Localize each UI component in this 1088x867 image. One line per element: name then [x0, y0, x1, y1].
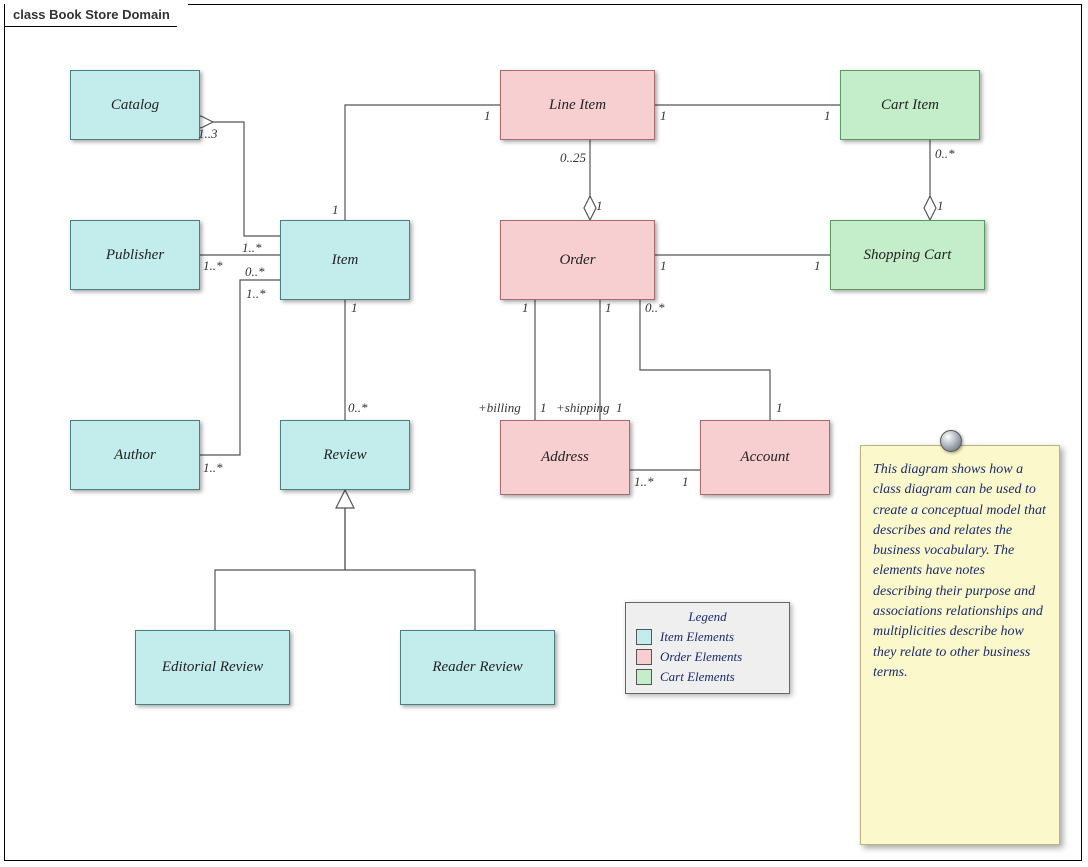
- mult-label: 1..*: [634, 474, 654, 490]
- class-label: Publisher: [102, 245, 168, 266]
- mult-label: 1: [660, 258, 667, 274]
- mult-label: 1: [682, 474, 689, 490]
- mult-label: 0..25: [560, 150, 586, 166]
- mult-label: 0..*: [348, 400, 368, 416]
- mult-label: 0..*: [935, 146, 955, 162]
- mult-label: 1: [616, 400, 623, 416]
- class-review[interactable]: Review: [280, 420, 410, 490]
- role-label: +shipping: [556, 400, 610, 416]
- class-address[interactable]: Address: [500, 420, 630, 495]
- legend-row: Order Elements: [636, 649, 779, 665]
- class-editorial-review[interactable]: Editorial Review: [135, 630, 290, 705]
- mult-label: 1: [596, 198, 603, 214]
- class-label: Cart Item: [877, 95, 943, 116]
- mult-label: 1..3: [198, 126, 218, 142]
- legend-label: Cart Elements: [660, 669, 735, 685]
- mult-label: 1..*: [203, 258, 223, 274]
- class-label: Item: [328, 250, 363, 271]
- legend-label: Order Elements: [660, 649, 742, 665]
- class-line-item[interactable]: Line Item: [500, 70, 655, 140]
- mult-label: 1: [522, 300, 529, 316]
- mult-label: 1: [776, 400, 783, 416]
- class-cart-item[interactable]: Cart Item: [840, 70, 980, 140]
- class-account[interactable]: Account: [700, 420, 830, 495]
- class-label: Review: [319, 445, 370, 466]
- legend-title: Legend: [636, 609, 779, 625]
- mult-label: 1: [824, 108, 831, 124]
- mult-label: 1..*: [242, 240, 262, 256]
- legend-panel: Legend Item Elements Order Elements Cart…: [625, 602, 790, 694]
- mult-label: 1: [814, 258, 821, 274]
- class-catalog[interactable]: Catalog: [70, 70, 200, 140]
- class-label: Order: [555, 250, 599, 271]
- mult-label: 1: [660, 108, 667, 124]
- diagram-title-tab: class Book Store Domain: [4, 4, 189, 27]
- class-label: Account: [736, 447, 793, 468]
- class-label: Reader Review: [428, 657, 526, 678]
- mult-label: 0..*: [245, 264, 265, 280]
- class-label: Catalog: [107, 95, 163, 116]
- class-label: Shopping Cart: [860, 245, 956, 266]
- class-label: Author: [110, 445, 160, 466]
- class-reader-review[interactable]: Reader Review: [400, 630, 555, 705]
- note-text: This diagram shows how a class diagram c…: [873, 462, 1046, 680]
- mult-label: 0..*: [645, 300, 665, 316]
- class-author[interactable]: Author: [70, 420, 200, 490]
- legend-label: Item Elements: [660, 629, 734, 645]
- class-order[interactable]: Order: [500, 220, 655, 300]
- mult-label: 1: [540, 400, 547, 416]
- mult-label: 1: [351, 300, 358, 316]
- class-label: Line Item: [545, 95, 610, 116]
- mult-label: 1: [484, 108, 491, 124]
- legend-swatch-icon: [636, 629, 652, 645]
- mult-label: 1: [937, 198, 944, 214]
- mult-label: 1: [605, 300, 612, 316]
- legend-swatch-icon: [636, 649, 652, 665]
- class-item[interactable]: Item: [280, 220, 410, 300]
- legend-row: Item Elements: [636, 629, 779, 645]
- sticky-note: This diagram shows how a class diagram c…: [860, 445, 1060, 845]
- mult-label: 1..*: [244, 286, 268, 302]
- diagram-title: class Book Store Domain: [13, 7, 170, 22]
- diagram-canvas: class Book Store Domain: [0, 0, 1088, 867]
- mult-label: 1: [332, 202, 339, 218]
- legend-row: Cart Elements: [636, 669, 779, 685]
- push-pin-icon: [940, 430, 962, 452]
- mult-label: 1..*: [203, 460, 223, 476]
- class-shopping-cart[interactable]: Shopping Cart: [830, 220, 985, 290]
- legend-swatch-icon: [636, 669, 652, 685]
- class-label: Editorial Review: [158, 657, 267, 678]
- role-label: +billing: [478, 400, 521, 416]
- class-label: Address: [537, 447, 593, 468]
- class-publisher[interactable]: Publisher: [70, 220, 200, 290]
